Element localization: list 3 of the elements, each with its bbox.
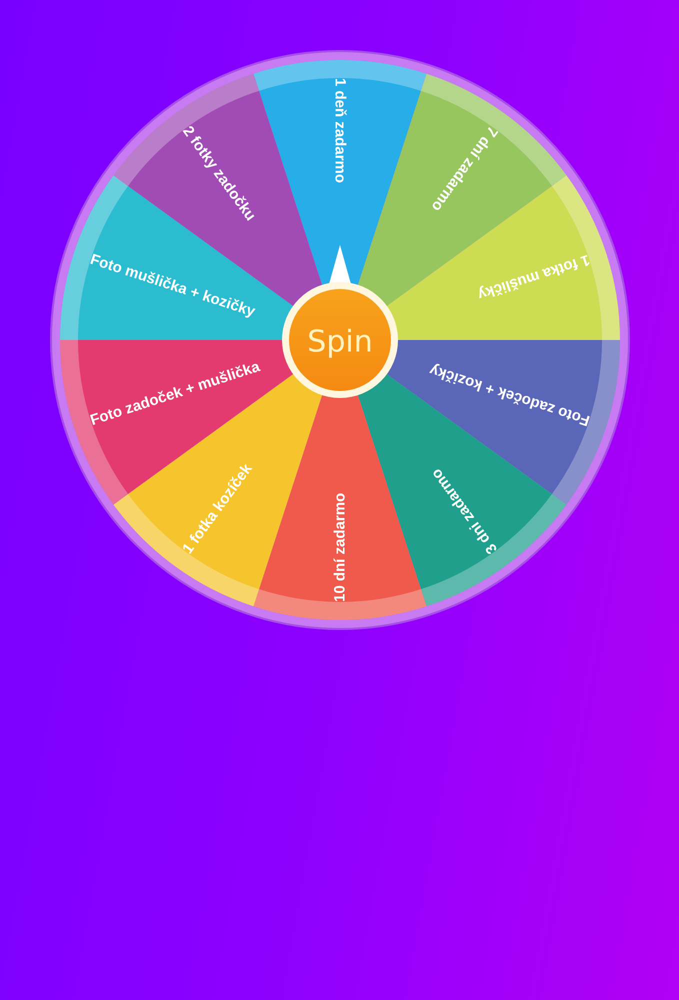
segment-label: 1 deň zadarmo — [331, 78, 348, 184]
segment-label: 10 dní zadarmo — [331, 492, 348, 602]
spin-button[interactable]: Spin — [282, 282, 398, 398]
